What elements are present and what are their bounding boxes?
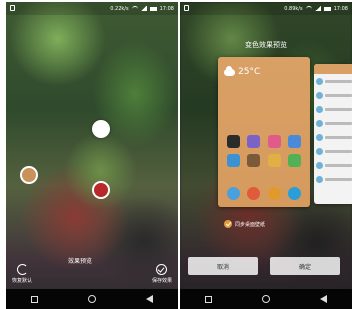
dock-app-icon <box>226 187 240 200</box>
restore-default-button[interactable]: 恢复默认 <box>12 264 32 284</box>
battery-icon <box>323 6 331 11</box>
contact-name-placeholder <box>325 107 352 111</box>
app-icon <box>267 135 281 148</box>
cancel-button[interactable]: 取消 <box>188 257 258 275</box>
app-icon <box>288 135 302 148</box>
contact-name-placeholder <box>325 163 352 167</box>
color-picker-handle-white[interactable] <box>92 120 110 138</box>
home-icon[interactable] <box>262 295 270 303</box>
contacts-header-bar <box>314 64 352 74</box>
dialog-title: 变色效果预览 <box>245 41 287 49</box>
check-icon <box>156 264 168 275</box>
contact-row <box>314 88 352 102</box>
color-picker-handle-red[interactable] <box>92 181 110 199</box>
clock: 17:08 <box>333 5 348 12</box>
app-icon <box>247 154 261 167</box>
weather-widget: 25°C <box>224 65 261 77</box>
contact-row <box>314 74 352 88</box>
contact-avatar <box>316 91 323 99</box>
dock-app-icon <box>288 187 302 200</box>
status-bar: 0.22k/s 17:08 <box>6 2 178 15</box>
wifi-icon <box>131 6 138 11</box>
sync-wallpaper-option[interactable]: 同步桌面壁纸 <box>224 220 265 228</box>
contact-row <box>314 116 352 130</box>
confirm-button[interactable]: 确定 <box>270 257 340 275</box>
network-speed: 0.22k/s <box>110 5 129 12</box>
refresh-icon <box>16 264 28 275</box>
contact-avatar <box>316 147 323 155</box>
contact-row <box>314 172 352 186</box>
dock-app-icon <box>247 187 261 200</box>
app-icon-grid <box>223 135 305 167</box>
screenshot-stage: 0.22k/s 17:08 效果预览 恢复默认 保存效果 0.89k/s 17:… <box>0 0 352 309</box>
clock: 17:08 <box>159 5 174 12</box>
signal-icon <box>314 6 321 11</box>
back-icon[interactable] <box>320 295 327 303</box>
app-icon <box>267 154 281 167</box>
recent-apps-icon[interactable] <box>31 295 38 303</box>
contact-row <box>314 144 352 158</box>
contact-row <box>314 102 352 116</box>
navigation-bar <box>6 289 178 309</box>
sync-wallpaper-label: 同步桌面壁纸 <box>235 221 266 228</box>
dock-app-icon <box>267 187 281 200</box>
contact-avatar <box>316 119 323 127</box>
wifi-icon <box>305 6 312 11</box>
back-icon[interactable] <box>146 295 153 303</box>
notification-icon <box>184 5 189 11</box>
dock-icons <box>223 187 305 200</box>
left-phone-screen: 0.22k/s 17:08 效果预览 恢复默认 保存效果 <box>6 2 178 309</box>
home-screen-preview-card: 25°C <box>218 57 310 207</box>
contact-name-placeholder <box>325 93 352 97</box>
app-icon <box>226 135 240 148</box>
contact-name-placeholder <box>325 79 352 83</box>
color-picker-handle-tan[interactable] <box>20 166 38 184</box>
contact-name-placeholder <box>325 149 352 153</box>
cloud-icon <box>224 65 235 76</box>
contacts-preview-card <box>314 64 352 204</box>
contact-name-placeholder <box>325 177 352 181</box>
app-icon <box>247 135 261 148</box>
notification-icon <box>10 5 15 11</box>
contact-avatar <box>316 105 323 113</box>
app-icon <box>288 154 302 167</box>
contact-row <box>314 130 352 144</box>
right-phone-screen: 0.89k/s 17:08 变色效果预览 25°C 同步桌面壁纸 取消 确定 <box>180 2 352 309</box>
contact-avatar <box>316 175 323 183</box>
contact-name-placeholder <box>325 121 352 125</box>
checkbox-checked-icon <box>224 220 232 228</box>
status-bar: 0.89k/s 17:08 <box>180 2 352 15</box>
contact-name-placeholder <box>325 135 352 139</box>
contact-avatar <box>316 133 323 141</box>
app-icon <box>226 154 240 167</box>
temperature: 25°C <box>238 67 261 77</box>
contact-avatar <box>316 161 323 169</box>
save-effect-button[interactable]: 保存效果 <box>152 264 172 284</box>
navigation-bar <box>180 289 352 309</box>
recent-apps-icon[interactable] <box>205 295 212 303</box>
contact-avatar <box>316 77 323 85</box>
bottom-toolbar: 恢复默认 保存效果 <box>6 250 178 286</box>
signal-icon <box>140 6 147 11</box>
network-speed: 0.89k/s <box>284 5 303 12</box>
contact-row <box>314 158 352 172</box>
home-icon[interactable] <box>88 295 96 303</box>
battery-icon <box>149 6 157 11</box>
